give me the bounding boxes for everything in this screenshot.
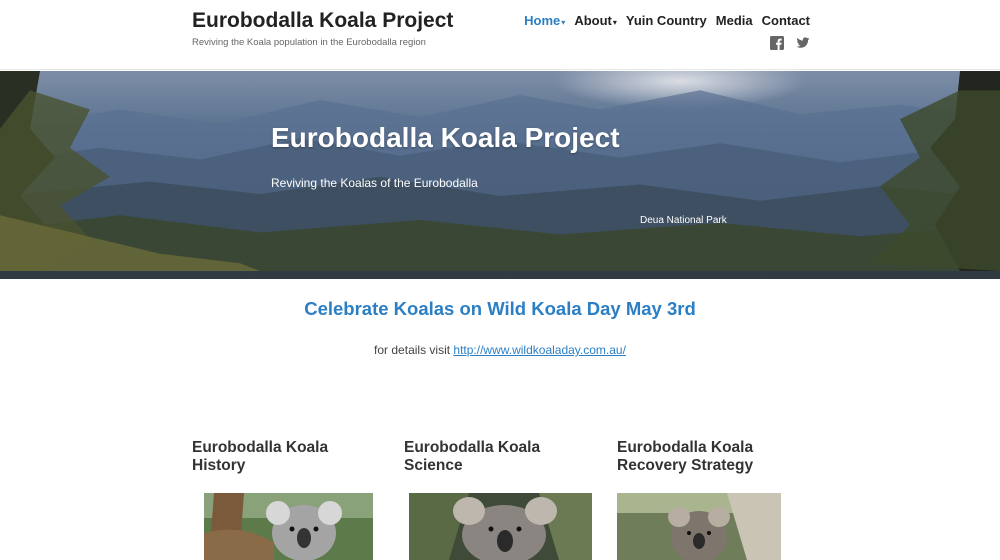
announcement-text: for details visit http://www.wildkoalada… [0,343,1000,357]
announcement-title: Celebrate Koalas on Wild Koala Day May 3… [304,298,696,319]
nav-item-label: Media [715,13,753,28]
announcement-prefix: for details visit [374,343,454,357]
nav-item-label: About [574,13,612,28]
nav-item-yuin-country[interactable]: Yuin Country [626,13,707,28]
card-title-line: Eurobodalla Koala [404,439,541,456]
card-title-line: Science [404,457,463,474]
site-tagline: Reviving the Koala population in the Eur… [192,37,426,48]
hero-subtitle: Reviving the Koalas of the Eurobodalla [271,176,478,190]
nav-item-label: Contact [761,13,810,28]
main-nav: Home▾ About▾ Yuin Country Media Contact [515,13,810,28]
facebook-icon[interactable] [770,36,784,50]
wild-koala-day-link[interactable]: http://www.wildkoaladay.com.au/ [453,343,626,357]
nav-item-media[interactable]: Media [716,13,753,28]
card-title-line: Eurobodalla Koala [617,439,754,456]
nav-item-home[interactable]: Home▾ [524,13,565,28]
card-title-line: History [192,457,246,474]
nav-item-label: Yuin Country [625,13,707,28]
twitter-icon[interactable] [796,36,810,50]
hero-caption: Deua National Park [640,215,727,226]
card-recovery-image[interactable] [617,493,781,560]
card-science-title[interactable]: Eurobodalla Koala Science [404,439,540,475]
card-title-line: Eurobodalla Koala [192,439,329,456]
card-recovery-title[interactable]: Eurobodalla Koala Recovery Strategy [617,439,753,475]
hero-landscape-image [0,71,1000,271]
card-history-image[interactable] [204,493,373,560]
card-history-title[interactable]: Eurobodalla Koala History [192,439,328,475]
card-science-image[interactable] [409,493,592,560]
site-header: Eurobodalla Koala Project Reviving the K… [0,0,1000,70]
nav-item-about[interactable]: About▾ [574,13,617,28]
social-links [770,36,810,50]
nav-item-contact[interactable]: Contact [762,13,810,28]
hero-banner: Eurobodalla Koala Project Reviving the K… [0,71,1000,279]
chevron-down-icon: ▾ [612,18,617,27]
chevron-down-icon: ▾ [561,18,566,27]
nav-item-label: Home [524,13,561,28]
hero-title: Eurobodalla Koala Project [271,122,620,153]
card-title-line: Recovery Strategy [617,457,754,474]
site-title[interactable]: Eurobodalla Koala Project [192,9,453,33]
